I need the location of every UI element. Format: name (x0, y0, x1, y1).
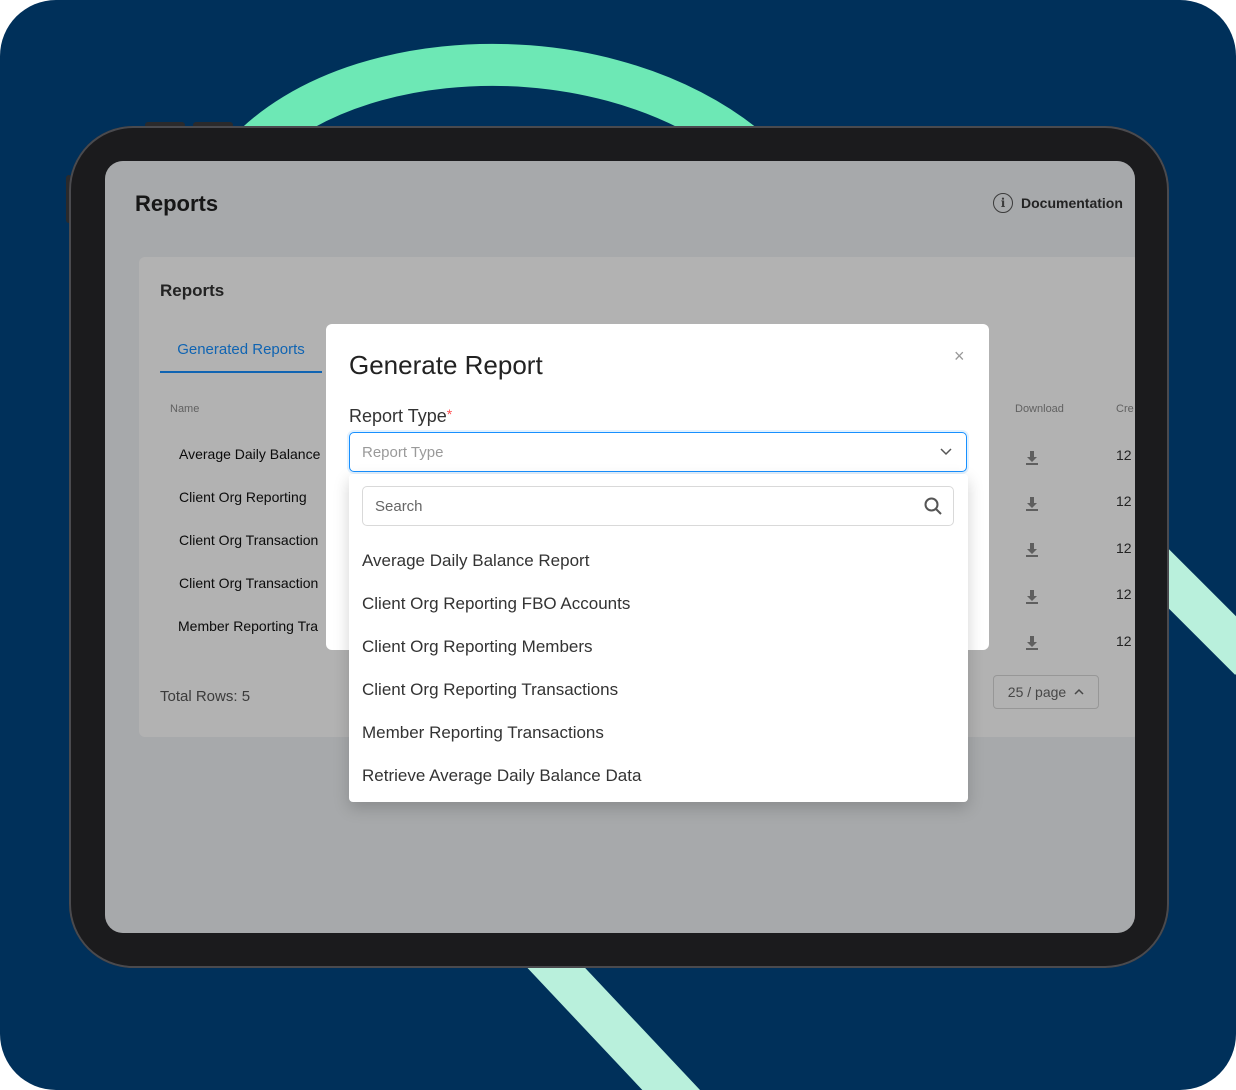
report-type-dropdown: Search Average Daily Balance Report Clie… (349, 474, 968, 802)
report-type-select[interactable]: Report Type (349, 432, 967, 472)
search-input[interactable]: Search (362, 486, 954, 526)
required-mark: * (446, 406, 453, 422)
modal-title: Generate Report (349, 350, 543, 380)
dropdown-option[interactable]: Average Daily Balance Report (362, 551, 589, 571)
search-icon (924, 497, 942, 515)
dropdown-option[interactable]: Client Org Reporting FBO Accounts (362, 594, 630, 614)
dropdown-option[interactable]: Client Org Reporting Transactions (362, 680, 618, 700)
chevron-down-icon (940, 448, 952, 456)
tablet-screen: Reports i Documentation Reports Generate… (105, 161, 1135, 933)
dropdown-option[interactable]: Client Org Reporting Members (362, 637, 593, 657)
report-type-label-text: Report Type (349, 406, 447, 426)
report-type-label: Report Type* (349, 406, 452, 427)
search-placeholder: Search (375, 498, 423, 515)
marketing-frame: Reports i Documentation Reports Generate… (0, 0, 1236, 1090)
dropdown-option[interactable]: Retrieve Average Daily Balance Data (362, 766, 641, 786)
report-type-placeholder: Report Type (362, 444, 444, 461)
close-icon[interactable]: × (954, 346, 965, 367)
dropdown-option[interactable]: Member Reporting Transactions (362, 723, 604, 743)
